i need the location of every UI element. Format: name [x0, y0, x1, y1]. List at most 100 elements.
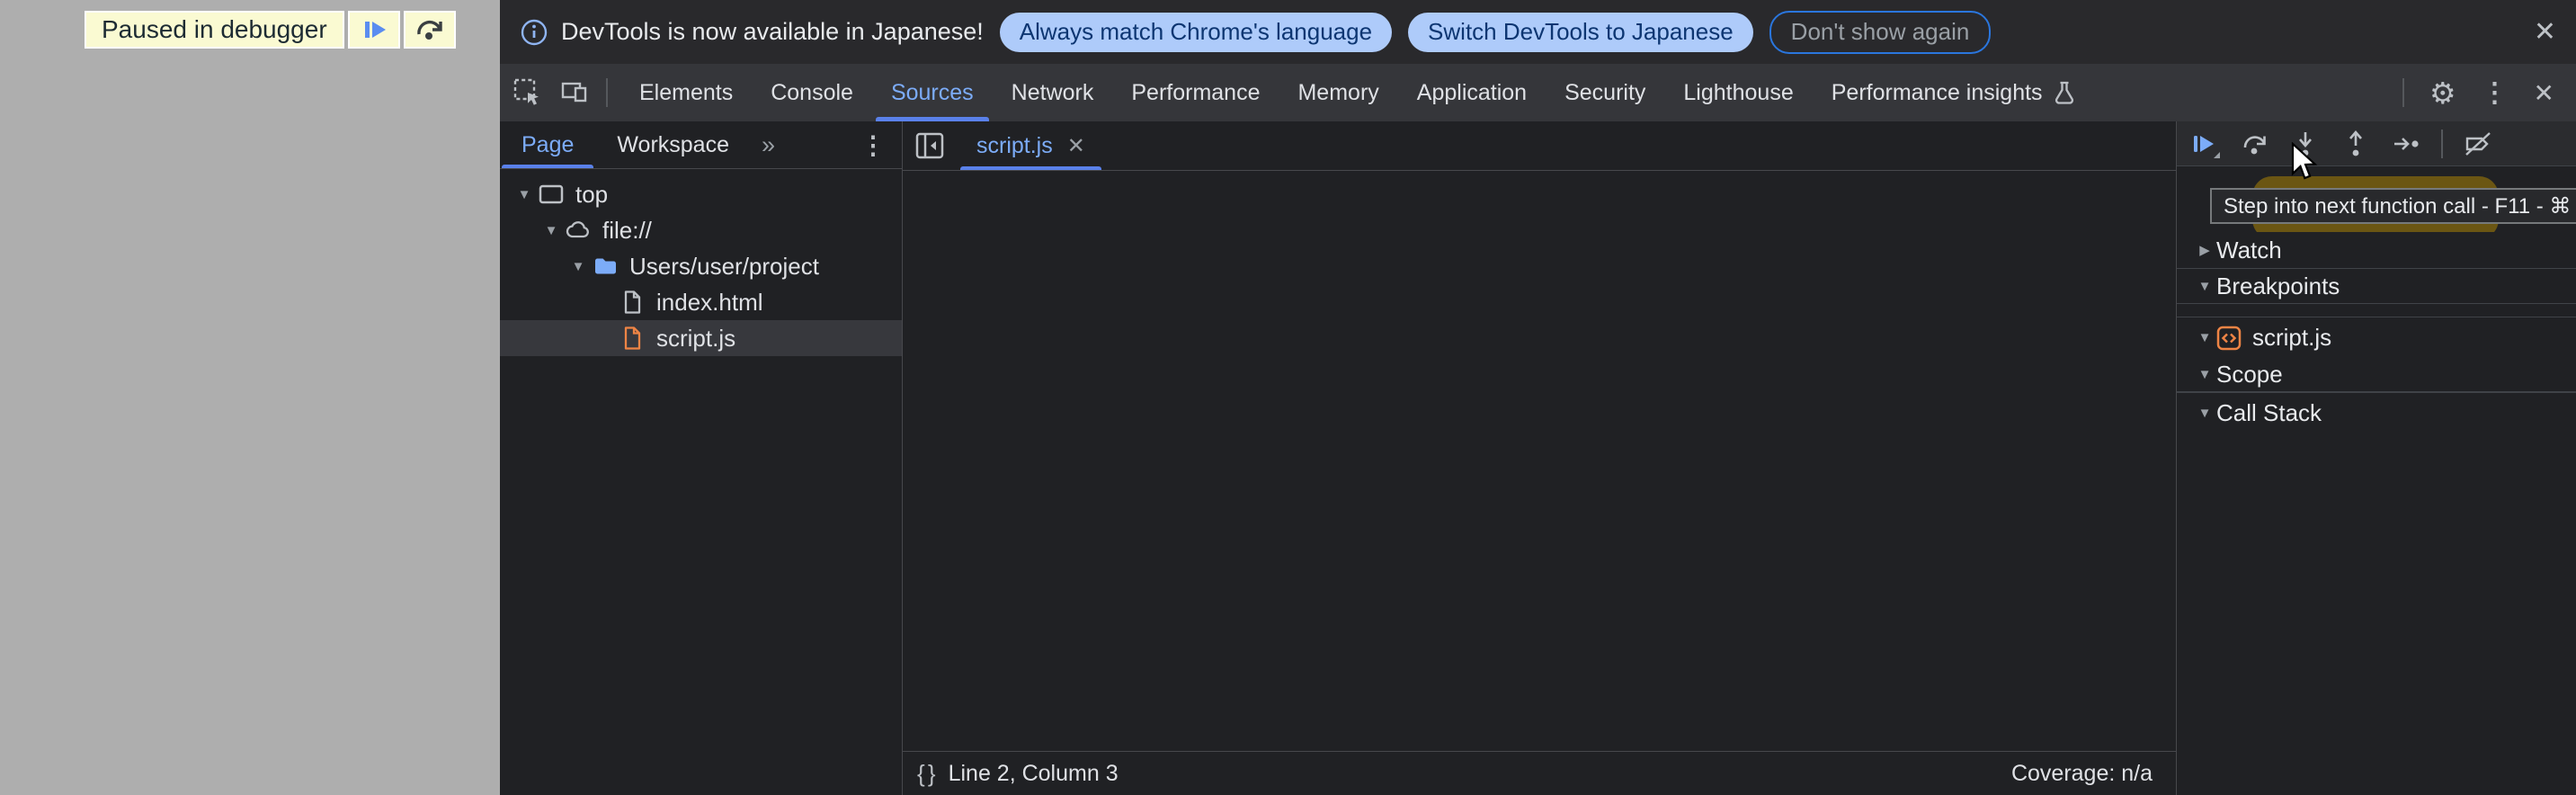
tree-item-label: index.html	[656, 289, 763, 317]
tree-item-label: top	[575, 181, 608, 209]
editor-tab-scriptjs[interactable]: script.js ✕	[960, 121, 1101, 170]
step-into-tooltip: Step into next function call - F11 - ⌘ ;	[2210, 188, 2576, 224]
resume-icon	[359, 14, 389, 45]
step-over-icon[interactable]	[2240, 129, 2270, 159]
frame-icon	[538, 181, 565, 208]
breakpoints-section-header[interactable]: ▼ Breakpoints	[2177, 269, 2576, 303]
file-tree: ▼ top ▼ file:// ▼ Users/user/project index.htm…	[500, 169, 902, 356]
tab-memory[interactable]: Memory	[1279, 64, 1397, 121]
chevron-down-icon: ▼	[2193, 330, 2216, 345]
toggle-device-toolbar-icon[interactable]	[559, 77, 590, 108]
step-over-icon	[414, 14, 445, 45]
scope-title: Scope	[2216, 361, 2283, 389]
tab-label: Lighthouse	[1683, 80, 1793, 106]
toolbar-separator	[606, 78, 608, 107]
tree-item-file-[interactable]: ▼ file://	[500, 212, 902, 248]
editor-statusbar: { } Line 2, Column 3 Coverage: n/a	[903, 751, 2176, 795]
tree-item-label: script.js	[656, 325, 735, 353]
settings-gear-icon[interactable]: ⚙	[2429, 76, 2456, 111]
inspect-element-icon[interactable]	[513, 77, 543, 108]
tree-expand-arrow[interactable]: ▼	[566, 259, 590, 274]
code-line-1	[903, 174, 2176, 203]
debugger-controls	[2177, 121, 2576, 166]
mouse-cursor	[2290, 142, 2319, 183]
resume-script-button[interactable]	[348, 11, 400, 49]
js-file-icon	[619, 325, 646, 352]
chevron-down-icon: ▼	[2193, 406, 2216, 421]
tree-item-top[interactable]: ▼ top	[500, 176, 902, 212]
toggle-navigator-panel-icon[interactable]	[914, 130, 946, 162]
paused-banner-label: Paused in debugger	[85, 11, 344, 49]
resume-script-icon[interactable]	[2189, 129, 2220, 159]
devtools-window: DevTools is now available in Japanese! A…	[500, 0, 2576, 795]
tab-label: Elements	[639, 80, 733, 106]
tree-item-label: Users/user/project	[629, 253, 819, 281]
cursor-position-label: Line 2, Column 3	[949, 761, 1119, 787]
tab-sources[interactable]: Sources	[872, 64, 993, 121]
tab-label: Performance insights	[1832, 80, 2043, 106]
flask-icon	[2051, 79, 2078, 106]
watch-title: Watch	[2216, 237, 2282, 264]
breakpoint-options	[2177, 303, 2576, 317]
editor-tab-close-icon[interactable]: ✕	[1067, 133, 1085, 159]
tab-application[interactable]: Application	[1398, 64, 1546, 121]
js-file-icon	[2216, 326, 2242, 351]
infobar-close-icon[interactable]: ✕	[2534, 0, 2556, 64]
tree-item-label: file://	[602, 217, 652, 245]
page-background: Paused in debugger	[0, 0, 500, 795]
file-icon	[619, 289, 646, 316]
tab-performance[interactable]: Performance	[1112, 64, 1279, 121]
tree-item-index-html[interactable]: index.html	[500, 284, 902, 320]
tab-console[interactable]: Console	[752, 64, 872, 121]
more-options-kebab-icon[interactable]: ⋮	[2482, 77, 2509, 109]
tree-expand-arrow[interactable]: ▼	[539, 223, 563, 238]
navigator-kebab-icon[interactable]: ⋮	[860, 130, 902, 160]
devtools-close-icon[interactable]: ✕	[2534, 78, 2554, 108]
info-icon	[520, 18, 548, 47]
toolbar-left-icons	[513, 77, 608, 108]
tab-label: Application	[1417, 80, 1527, 106]
folder-icon	[592, 253, 619, 280]
step-icon[interactable]	[2391, 129, 2421, 159]
step-out-icon[interactable]	[2340, 129, 2371, 159]
tree-expand-arrow[interactable]: ▼	[513, 187, 536, 202]
step-over-button-banner[interactable]	[404, 11, 456, 49]
tab-lighthouse[interactable]: Lighthouse	[1664, 64, 1812, 121]
navigator-tab-page[interactable]: Page	[500, 121, 595, 168]
watch-section-header[interactable]: ▶ Watch	[2177, 232, 2576, 269]
paused-in-debugger-banner: Paused in debugger	[85, 11, 456, 49]
infobar-message: DevTools is now available in Japanese!	[561, 18, 984, 46]
breakpoints-file-group[interactable]: ▼ script.js	[2177, 317, 2576, 358]
deactivate-breakpoints-icon[interactable]	[2463, 129, 2493, 159]
infobar: DevTools is now available in Japanese! A…	[500, 0, 2576, 64]
chevron-right-icon: ▶	[2193, 242, 2216, 258]
switch-devtools-japanese-button[interactable]: Switch DevTools to Japanese	[1408, 13, 1753, 52]
tab-security[interactable]: Security	[1546, 64, 1664, 121]
toolbar-right-icons: ⚙ ⋮ ✕	[2402, 76, 2576, 111]
tab-elements[interactable]: Elements	[620, 64, 752, 121]
tab-label: Performance	[1131, 80, 1260, 106]
tab-network[interactable]: Network	[993, 64, 1113, 121]
call-stack-section-header[interactable]: ▼ Call Stack	[2177, 393, 2576, 433]
tree-item-users-user-project[interactable]: ▼ Users/user/project	[500, 248, 902, 284]
dont-show-again-button[interactable]: Don't show again	[1769, 11, 1992, 54]
breakpoint-file-name: script.js	[2252, 324, 2331, 352]
always-match-language-button[interactable]: Always match Chrome's language	[1000, 13, 1392, 52]
tab-label: Memory	[1297, 80, 1378, 106]
chevron-down-icon: ▼	[2193, 367, 2216, 382]
navigator-tab-workspace[interactable]: Workspace	[595, 121, 751, 168]
scope-section-header[interactable]: ▼ Scope	[2177, 358, 2576, 392]
navigator-overflow-chevrons[interactable]: »	[762, 131, 775, 159]
tab-performance-insights[interactable]: Performance insights	[1813, 64, 2097, 121]
cloud-icon	[565, 217, 592, 244]
devtools-toolbar: Elements Console SourcesNetwork Performance…	[500, 64, 2576, 121]
editor-tabbar: script.js ✕	[903, 121, 2176, 171]
tree-item-script-js[interactable]: script.js	[500, 320, 902, 356]
tab-label: Security	[1564, 80, 1645, 106]
pretty-print-icon[interactable]: { }	[917, 760, 934, 788]
tab-label: Console	[771, 80, 853, 106]
code-editor[interactable]	[903, 171, 2176, 795]
breakpoints-title: Breakpoints	[2216, 272, 2340, 300]
navigator-pane: Page Workspace » ⋮ ▼ top ▼ file:// ▼ Users/us…	[500, 121, 903, 795]
screenshot-root: Paused in debugger DevTools is now avail…	[0, 0, 2576, 795]
